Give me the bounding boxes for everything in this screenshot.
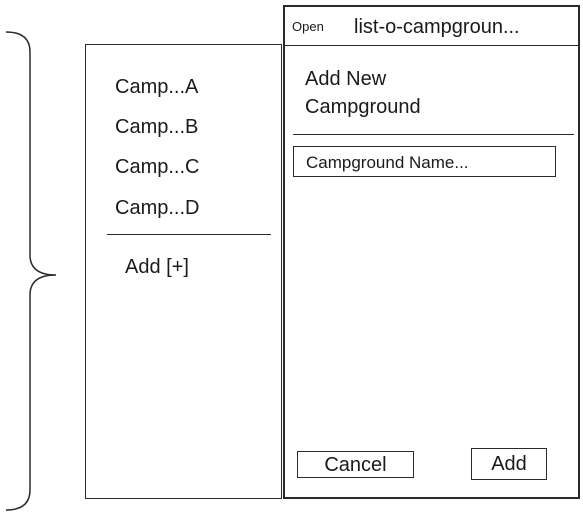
heading-divider	[293, 134, 574, 135]
campground-list-panel: Camp...A Camp...B Camp...C Camp...D Add …	[85, 44, 282, 499]
window-titlebar: Open list-o-campgroun...	[285, 7, 578, 46]
campground-list-item[interactable]: Camp...B	[115, 115, 198, 139]
form-heading: Add New Campground	[305, 68, 421, 118]
cancel-button[interactable]: Cancel	[297, 451, 414, 478]
open-label[interactable]: Open	[292, 19, 324, 34]
add-campground-link[interactable]: Add [+]	[125, 255, 189, 279]
campground-list-item[interactable]: Camp...C	[115, 155, 199, 179]
campground-list-item[interactable]: Camp...D	[115, 196, 199, 220]
brace-decoration	[5, 31, 57, 511]
list-divider	[107, 234, 271, 235]
window-title: list-o-campgroun...	[354, 16, 520, 38]
add-button[interactable]: Add	[471, 448, 547, 480]
campground-list-item[interactable]: Camp...A	[115, 75, 198, 99]
campground-name-input[interactable]	[293, 146, 556, 177]
add-campground-window: Open list-o-campgroun... Add New Campgro…	[283, 5, 580, 499]
